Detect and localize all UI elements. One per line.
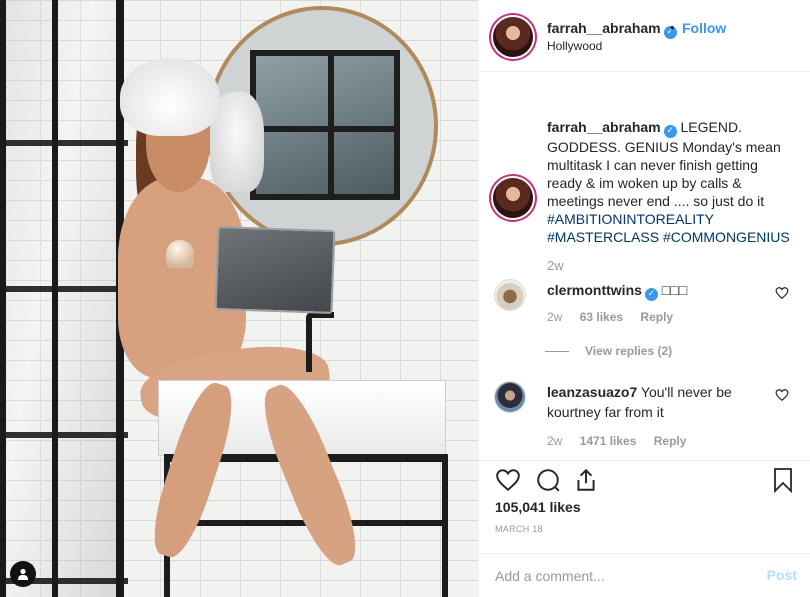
heart-icon[interactable]	[495, 467, 521, 493]
comments-list[interactable]: farrah__abraham ✓ LEGEND. GODDESS. GENIUS…	[479, 72, 810, 460]
comment-body: □□□	[661, 282, 688, 298]
commenter-username[interactable]: leanzasuazo7	[547, 384, 637, 400]
hashtag-link[interactable]: #AMBITIONINTOREALITY	[547, 211, 714, 227]
comment-meta: 2w 63 likes Reply	[547, 310, 687, 324]
head-towel	[120, 58, 220, 136]
laptop	[214, 225, 336, 315]
author-avatar[interactable]	[493, 17, 533, 57]
location-link[interactable]: Hollywood	[547, 39, 602, 53]
author-username[interactable]: farrah__abraham ✓	[547, 20, 677, 39]
commenter-avatar[interactable]	[495, 280, 525, 310]
comment-text: clermonttwins ✓ □□□	[547, 280, 767, 301]
post-date[interactable]: MARCH 18	[495, 524, 543, 534]
verified-check-icon: ✓	[663, 124, 677, 138]
comment-meta: 2w 1471 likes Reply	[547, 434, 700, 448]
shower-frame	[0, 0, 128, 597]
comment-icon[interactable]	[535, 467, 561, 493]
faucet	[306, 312, 334, 372]
add-comment-bar: Post	[479, 553, 810, 597]
post-comment-button[interactable]: Post	[767, 567, 797, 583]
caption-username[interactable]: farrah__abraham	[547, 119, 661, 135]
comment-time[interactable]: 2w	[547, 310, 562, 324]
like-comment-icon[interactable]	[775, 388, 789, 402]
reply-button[interactable]: Reply	[640, 310, 673, 324]
likes-count[interactable]: 105,041 likes	[495, 499, 581, 515]
post-header: farrah__abraham ✓ • Follow Hollywood	[479, 0, 810, 72]
post-actions: 105,041 likes MARCH 18 Post	[479, 460, 810, 597]
comment-input[interactable]	[495, 566, 735, 586]
comment-likes[interactable]: 63 likes	[580, 310, 623, 324]
bookmark-icon[interactable]	[771, 467, 795, 493]
author-username-text[interactable]: farrah__abraham	[547, 20, 661, 36]
post-photo[interactable]	[0, 0, 478, 597]
comment-text: leanzasuazo7 You'll never be kourtney fa…	[547, 382, 767, 422]
caption-text: farrah__abraham ✓ LEGEND. GODDESS. GENIUS…	[547, 118, 793, 246]
comment-likes[interactable]: 1471 likes	[580, 434, 637, 448]
hashtag-link[interactable]: #COMMONGENIUS	[663, 229, 790, 245]
caption-avatar[interactable]	[493, 178, 533, 218]
commenter-avatar[interactable]	[495, 382, 525, 412]
cupcake	[166, 240, 194, 268]
follow-button[interactable]: Follow	[682, 20, 726, 36]
verified-check-icon: ✓	[644, 287, 658, 301]
comment-time[interactable]: 2w	[547, 434, 562, 448]
action-icons-row	[493, 465, 799, 497]
person-icon	[18, 568, 28, 580]
user-tag-button[interactable]	[10, 561, 36, 587]
view-replies-button[interactable]: View replies (2)	[545, 344, 672, 358]
share-icon[interactable]	[573, 467, 599, 493]
separator-dot: •	[670, 20, 675, 35]
post-side-panel: farrah__abraham ✓ • Follow Hollywood farr…	[478, 0, 810, 597]
caption-timestamp[interactable]: 2w	[547, 258, 564, 273]
like-comment-icon[interactable]	[775, 286, 789, 300]
reply-button[interactable]: Reply	[654, 434, 687, 448]
commenter-username[interactable]: clermonttwins	[547, 282, 642, 298]
mirror-window-reflection	[250, 50, 400, 200]
hashtag-link[interactable]: #MASTERCLASS	[547, 229, 659, 245]
